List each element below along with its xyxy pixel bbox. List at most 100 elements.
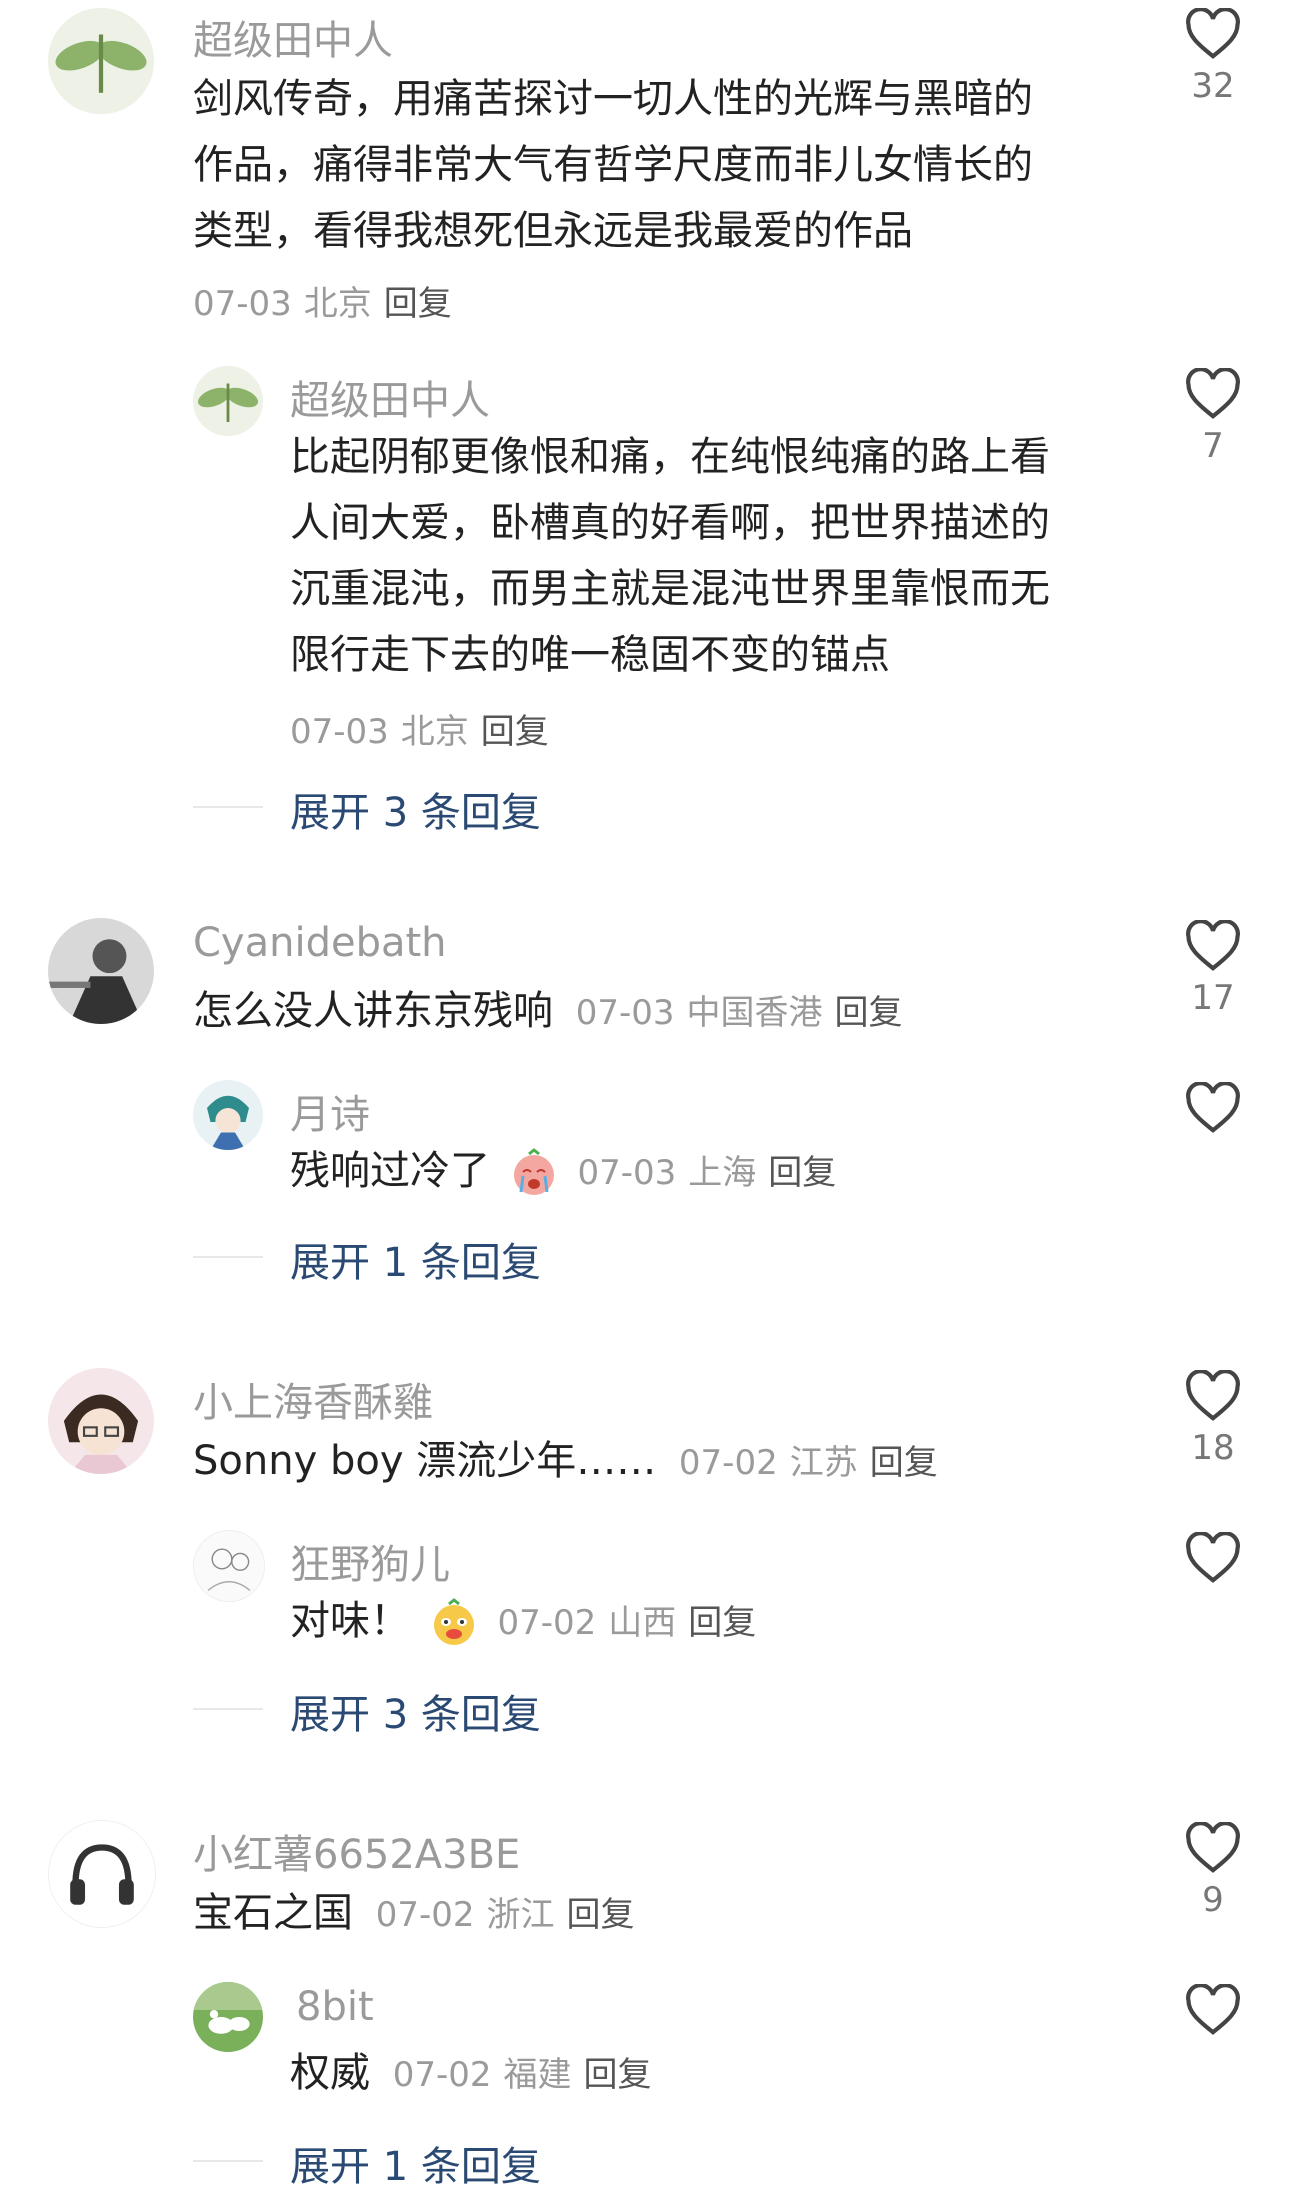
reply-text: 权威 07-02 福建 回复: [290, 2040, 1110, 2108]
divider: [193, 1256, 263, 1258]
avatar[interactable]: [48, 1820, 156, 1928]
reply-text: 比起阴郁更像恨和痛，在纯恨纯痛的路上看 人间大爱，卧槽真的好看啊，把世界描述的 …: [290, 424, 1110, 688]
avatar[interactable]: [48, 918, 154, 1024]
like-button[interactable]: 32: [1178, 8, 1248, 106]
comment-body: 怎么没人讲东京残响: [193, 988, 553, 1034]
comment-meta: 07-02 江苏 回复: [679, 1443, 950, 1483]
comment-date: 07-03: [575, 993, 675, 1033]
like-count: 17: [1191, 978, 1235, 1018]
comment-text: 怎么没人讲东京残响 07-03 中国香港 回复: [193, 978, 1113, 1046]
reply-username[interactable]: 超级田中人: [290, 368, 490, 426]
smug-face-emoji: [429, 1598, 479, 1648]
reply-text: 残响过冷了 07-03 上海 回复: [290, 1138, 1110, 1206]
heart-outline-icon: [1186, 368, 1240, 419]
avatar[interactable]: [48, 1368, 154, 1474]
comment-body: Sonny boy 漂流少年……: [193, 1438, 657, 1484]
reply-button[interactable]: 回复: [768, 1153, 836, 1193]
comment-location: 北京: [303, 284, 372, 324]
reply-line: 人间大爱，卧槽真的好看啊，把世界描述的: [290, 500, 1050, 546]
heart-outline-icon: [1186, 920, 1240, 971]
heart-outline-icon: [1186, 1370, 1240, 1421]
reply-location: 山西: [608, 1603, 677, 1643]
like-count: 9: [1202, 1880, 1224, 1920]
reply-meta: 07-03 上海 回复: [577, 1153, 848, 1193]
heart-outline-icon: [1186, 1082, 1240, 1133]
reply-date: 07-03: [577, 1153, 677, 1193]
heart-outline-icon: [1186, 1822, 1240, 1873]
like-button[interactable]: 9: [1178, 1822, 1248, 1920]
expand-replies-button[interactable]: 展开 3 条回复: [290, 780, 541, 838]
comment-location: 中国香港: [686, 993, 823, 1033]
reply-avatar[interactable]: [193, 1982, 263, 2052]
like-count: 32: [1191, 66, 1235, 106]
reply-line: 沉重混沌，而男主就是混沌世界里靠恨而无: [290, 566, 1050, 612]
reply-meta: 07-03 北京 回复: [290, 704, 561, 753]
reply-text: 对味！ 07-02 山西 回复: [290, 1588, 1110, 1656]
comment-meta: 07-03 中国香港 回复: [576, 993, 915, 1033]
crying-face-emoji: [509, 1148, 559, 1198]
comment-location: 江苏: [789, 1443, 858, 1483]
comment-meta: 07-03 北京 回复: [193, 276, 464, 325]
reply-date: 07-02: [392, 2055, 492, 2095]
reply-body: 对味！: [290, 1598, 410, 1644]
reply-avatar[interactable]: [193, 1080, 263, 1150]
username[interactable]: 小红薯6652A3BE: [193, 1822, 520, 1880]
reply-line: 比起阴郁更像恨和痛，在纯恨纯痛的路上看: [290, 434, 1050, 480]
comment-text: 宝石之国 07-02 浙江 回复: [193, 1880, 1113, 1948]
reply-meta: 07-02 山西 回复: [497, 1603, 768, 1643]
username[interactable]: Cyanidebath: [193, 920, 447, 966]
username[interactable]: 超级田中人: [193, 8, 393, 66]
reply-button[interactable]: 回复: [870, 1443, 938, 1483]
heart-outline-icon: [1186, 1984, 1240, 2035]
like-button[interactable]: [1178, 1082, 1248, 1134]
reply-location: 北京: [400, 712, 469, 752]
expand-replies-button[interactable]: 展开 3 条回复: [290, 1682, 541, 1740]
like-count: 18: [1191, 1428, 1235, 1468]
reply-button[interactable]: 回复: [688, 1603, 756, 1643]
reply-button[interactable]: 回复: [567, 1895, 635, 1935]
like-button[interactable]: 17: [1178, 920, 1248, 1018]
reply-avatar[interactable]: [193, 1530, 265, 1602]
avatar[interactable]: [48, 8, 154, 114]
comment-date: 07-02: [678, 1443, 778, 1483]
comment-body: 宝石之国: [193, 1890, 353, 1936]
like-button[interactable]: 7: [1178, 368, 1248, 466]
reply-button[interactable]: 回复: [835, 993, 903, 1033]
reply-meta: 07-02 福建 回复: [393, 2055, 664, 2095]
divider: [193, 1708, 263, 1710]
comment-text: 剑风传奇，用痛苦探讨一切人性的光辉与黑暗的 作品，痛得非常大气有哲学尺度而非儿女…: [193, 66, 1113, 264]
expand-replies-button[interactable]: 展开 1 条回复: [290, 1230, 541, 1288]
reply-username[interactable]: 狂野狗儿: [290, 1532, 450, 1590]
comment-line: 类型，看得我想死但永远是我最爱的作品: [193, 208, 913, 254]
reply-date: 07-03: [290, 712, 389, 752]
reply-username[interactable]: 8bit: [296, 1984, 374, 2030]
comment-date: 07-02: [375, 1895, 475, 1935]
like-button[interactable]: 18: [1178, 1370, 1248, 1468]
like-count: 7: [1202, 426, 1224, 466]
comment-date: 07-03: [193, 284, 292, 324]
comment-text: Sonny boy 漂流少年…… 07-02 江苏 回复: [193, 1428, 1113, 1496]
comment-meta: 07-02 浙江 回复: [376, 1895, 647, 1935]
reply-body: 残响过冷了: [290, 1148, 490, 1194]
comment-line: 作品，痛得非常大气有哲学尺度而非儿女情长的: [193, 142, 1033, 188]
heart-outline-icon: [1186, 8, 1240, 59]
like-button[interactable]: [1178, 1984, 1248, 2036]
reply-location: 上海: [688, 1153, 757, 1193]
heart-outline-icon: [1186, 1532, 1240, 1583]
comment-line: 剑风传奇，用痛苦探讨一切人性的光辉与黑暗的: [193, 76, 1033, 122]
reply-body: 权威: [290, 2050, 370, 2096]
comment-location: 浙江: [486, 1895, 555, 1935]
like-button[interactable]: [1178, 1532, 1248, 1584]
reply-button[interactable]: 回复: [481, 712, 549, 752]
divider: [193, 2160, 263, 2162]
reply-button[interactable]: 回复: [384, 284, 452, 324]
reply-button[interactable]: 回复: [584, 2055, 652, 2095]
reply-username[interactable]: 月诗: [290, 1082, 370, 1140]
reply-line: 限行走下去的唯一稳固不变的锚点: [290, 632, 890, 678]
divider: [193, 806, 263, 808]
reply-location: 福建: [503, 2055, 572, 2095]
reply-avatar[interactable]: [193, 366, 263, 436]
reply-date: 07-02: [497, 1603, 597, 1643]
username[interactable]: 小上海香酥雞: [193, 1370, 433, 1428]
expand-replies-button[interactable]: 展开 1 条回复: [290, 2134, 541, 2192]
